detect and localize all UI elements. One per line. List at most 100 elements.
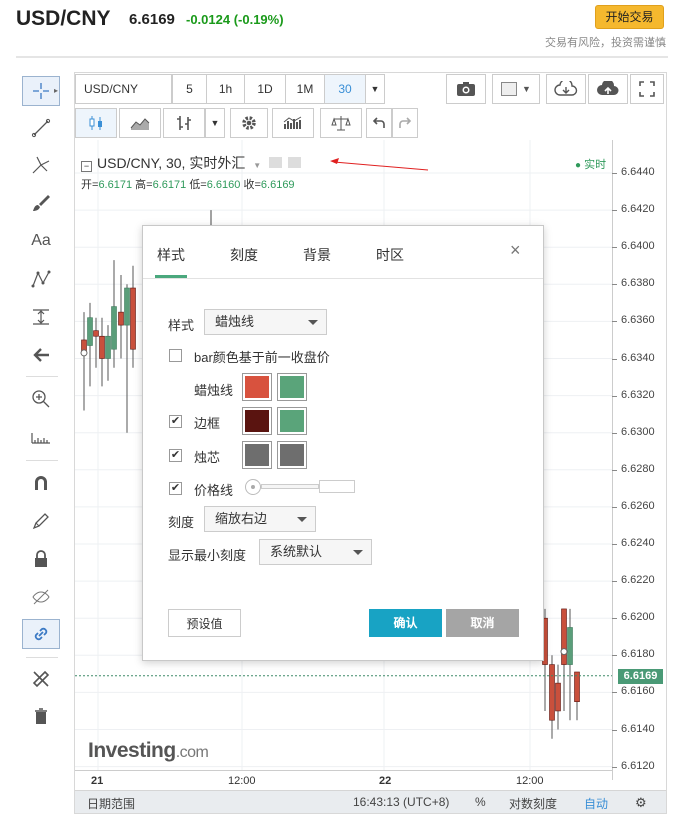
indicators-icon[interactable] [163, 108, 205, 138]
close-icon[interactable]: × [510, 240, 521, 261]
cloud-download-icon[interactable] [546, 74, 586, 104]
legend-dropdown-icon[interactable]: ▼ [253, 161, 261, 170]
undo-icon[interactable] [366, 108, 392, 138]
interval-1M-button[interactable]: 1M [285, 74, 325, 104]
ruler-icon[interactable] [22, 422, 60, 452]
scale-label: 刻度 [168, 515, 195, 530]
candle-body [130, 287, 136, 350]
pattern-icon[interactable] [22, 264, 60, 294]
price-axis[interactable] [612, 140, 667, 780]
candle [105, 325, 111, 381]
hide-eye-icon[interactable] [22, 582, 60, 612]
back-arrow-icon[interactable] [22, 340, 60, 370]
candle [111, 260, 117, 368]
price-tick-mark [612, 321, 617, 323]
color-fill [280, 376, 304, 398]
wick-down-swatch[interactable] [242, 441, 272, 469]
expand-toolbar-icon[interactable]: ▸ [54, 86, 58, 95]
interval-30-button[interactable]: 30 [324, 74, 366, 104]
cancel-button[interactable]: 取消 [446, 609, 519, 637]
price-tick-mark [612, 692, 617, 694]
settings-gear-icon[interactable]: ⚙ [635, 795, 647, 811]
area-chart-icon[interactable] [119, 108, 161, 138]
wick-checkbox[interactable]: ✔ [169, 449, 182, 462]
ohlc-values: 开=6.6171 高=6.6171 低=6.6160 收=6.6169 [81, 179, 295, 191]
confirm-button[interactable]: 确认 [369, 609, 442, 637]
tab-timezone[interactable]: 时区 [376, 245, 404, 265]
zoom-icon[interactable] [22, 384, 60, 414]
tab-scale[interactable]: 刻度 [230, 245, 258, 265]
bar-color-checkbox[interactable] [169, 349, 182, 362]
legend-title: USD/CNY, 30, 实时外汇 [97, 155, 246, 171]
lock-icon[interactable] [22, 544, 60, 574]
candle [118, 275, 124, 359]
price-line-checkbox[interactable]: ✔ [169, 482, 182, 495]
log-scale-toggle[interactable]: 对数刻度 [509, 795, 557, 812]
candle [574, 671, 580, 721]
interval-1D-button[interactable]: 1D [244, 74, 286, 104]
border-up-swatch[interactable] [277, 407, 307, 435]
redo-icon[interactable] [392, 108, 418, 138]
symbol-search-input[interactable]: USD/CNY [75, 74, 172, 104]
measure-icon[interactable] [22, 302, 60, 332]
brush-icon[interactable] [22, 188, 60, 218]
trash-icon[interactable] [22, 701, 60, 731]
tools-icon[interactable] [22, 664, 60, 694]
wick-up-swatch[interactable] [277, 441, 307, 469]
price-tick-label: 6.6120 [621, 759, 655, 772]
compare-scale-icon[interactable] [320, 108, 362, 138]
start-trading-button[interactable]: 开始交易 [595, 5, 664, 29]
gear-icon[interactable] [230, 108, 268, 138]
percent-toggle[interactable]: % [475, 795, 486, 809]
price-tick-mark [612, 469, 617, 471]
style-select[interactable]: 蜡烛线 [204, 309, 327, 335]
border-checkbox[interactable]: ✔ [169, 415, 182, 428]
candle-body [549, 664, 555, 721]
price-tick-mark [612, 581, 617, 583]
candle-body [93, 330, 99, 337]
candle-body [105, 335, 111, 359]
border-down-swatch[interactable] [242, 407, 272, 435]
collapse-legend-icon[interactable]: − [81, 161, 92, 172]
candle-body [561, 608, 567, 665]
min-tick-select[interactable]: 系统默认 [259, 539, 372, 565]
header-divider [16, 56, 668, 58]
candle-body [111, 306, 117, 350]
bar-indicator-icon[interactable] [272, 108, 314, 138]
interval-1h-button[interactable]: 1h [206, 74, 245, 104]
pencil-lock-icon[interactable] [22, 506, 60, 536]
scale-select[interactable]: 缩放右边 [204, 506, 316, 532]
magnet-icon[interactable] [22, 468, 60, 498]
auto-scale-toggle[interactable]: 自动 [584, 795, 608, 812]
candle-down-swatch[interactable] [242, 373, 272, 401]
camera-icon[interactable] [446, 74, 486, 104]
chart-layout-button[interactable]: ▼ [492, 74, 540, 104]
price-tick-mark [612, 766, 617, 768]
preset-button[interactable]: 预设值 [168, 609, 241, 637]
tab-background[interactable]: 背景 [303, 245, 331, 265]
time-tick-label: 21 [91, 775, 104, 787]
candle-up-swatch[interactable] [277, 373, 307, 401]
tab-style[interactable]: 样式 [157, 245, 185, 265]
chevron-down-icon [308, 320, 318, 325]
trend-line-icon[interactable] [22, 113, 60, 143]
legend-gear-icon[interactable] [287, 157, 301, 168]
cloud-upload-icon[interactable] [588, 74, 628, 104]
text-tool-icon[interactable]: Aa [22, 226, 60, 256]
price-line-width-slider[interactable] [245, 478, 355, 496]
live-dot-icon: ● [575, 160, 582, 171]
pitchfork-icon[interactable] [22, 150, 60, 180]
price-tick-label: 6.6160 [621, 685, 655, 698]
interval-dropdown-icon[interactable]: ▼ [365, 74, 385, 104]
chart-type-dropdown-icon[interactable]: ▼ [205, 108, 225, 138]
border-label: 边框 [194, 416, 221, 431]
date-range-button[interactable]: 日期范围 [87, 795, 135, 812]
price-tick-mark [612, 395, 617, 397]
interval-5-button[interactable]: 5 [172, 74, 207, 104]
fullscreen-icon[interactable] [630, 74, 664, 104]
chart-legend: − USD/CNY, 30, 实时外汇 ▼ [81, 153, 301, 173]
candles-type-icon[interactable] [75, 108, 117, 138]
link-icon[interactable] [22, 619, 60, 649]
price-tick-mark [612, 358, 617, 360]
legend-eye-icon[interactable] [269, 157, 283, 168]
